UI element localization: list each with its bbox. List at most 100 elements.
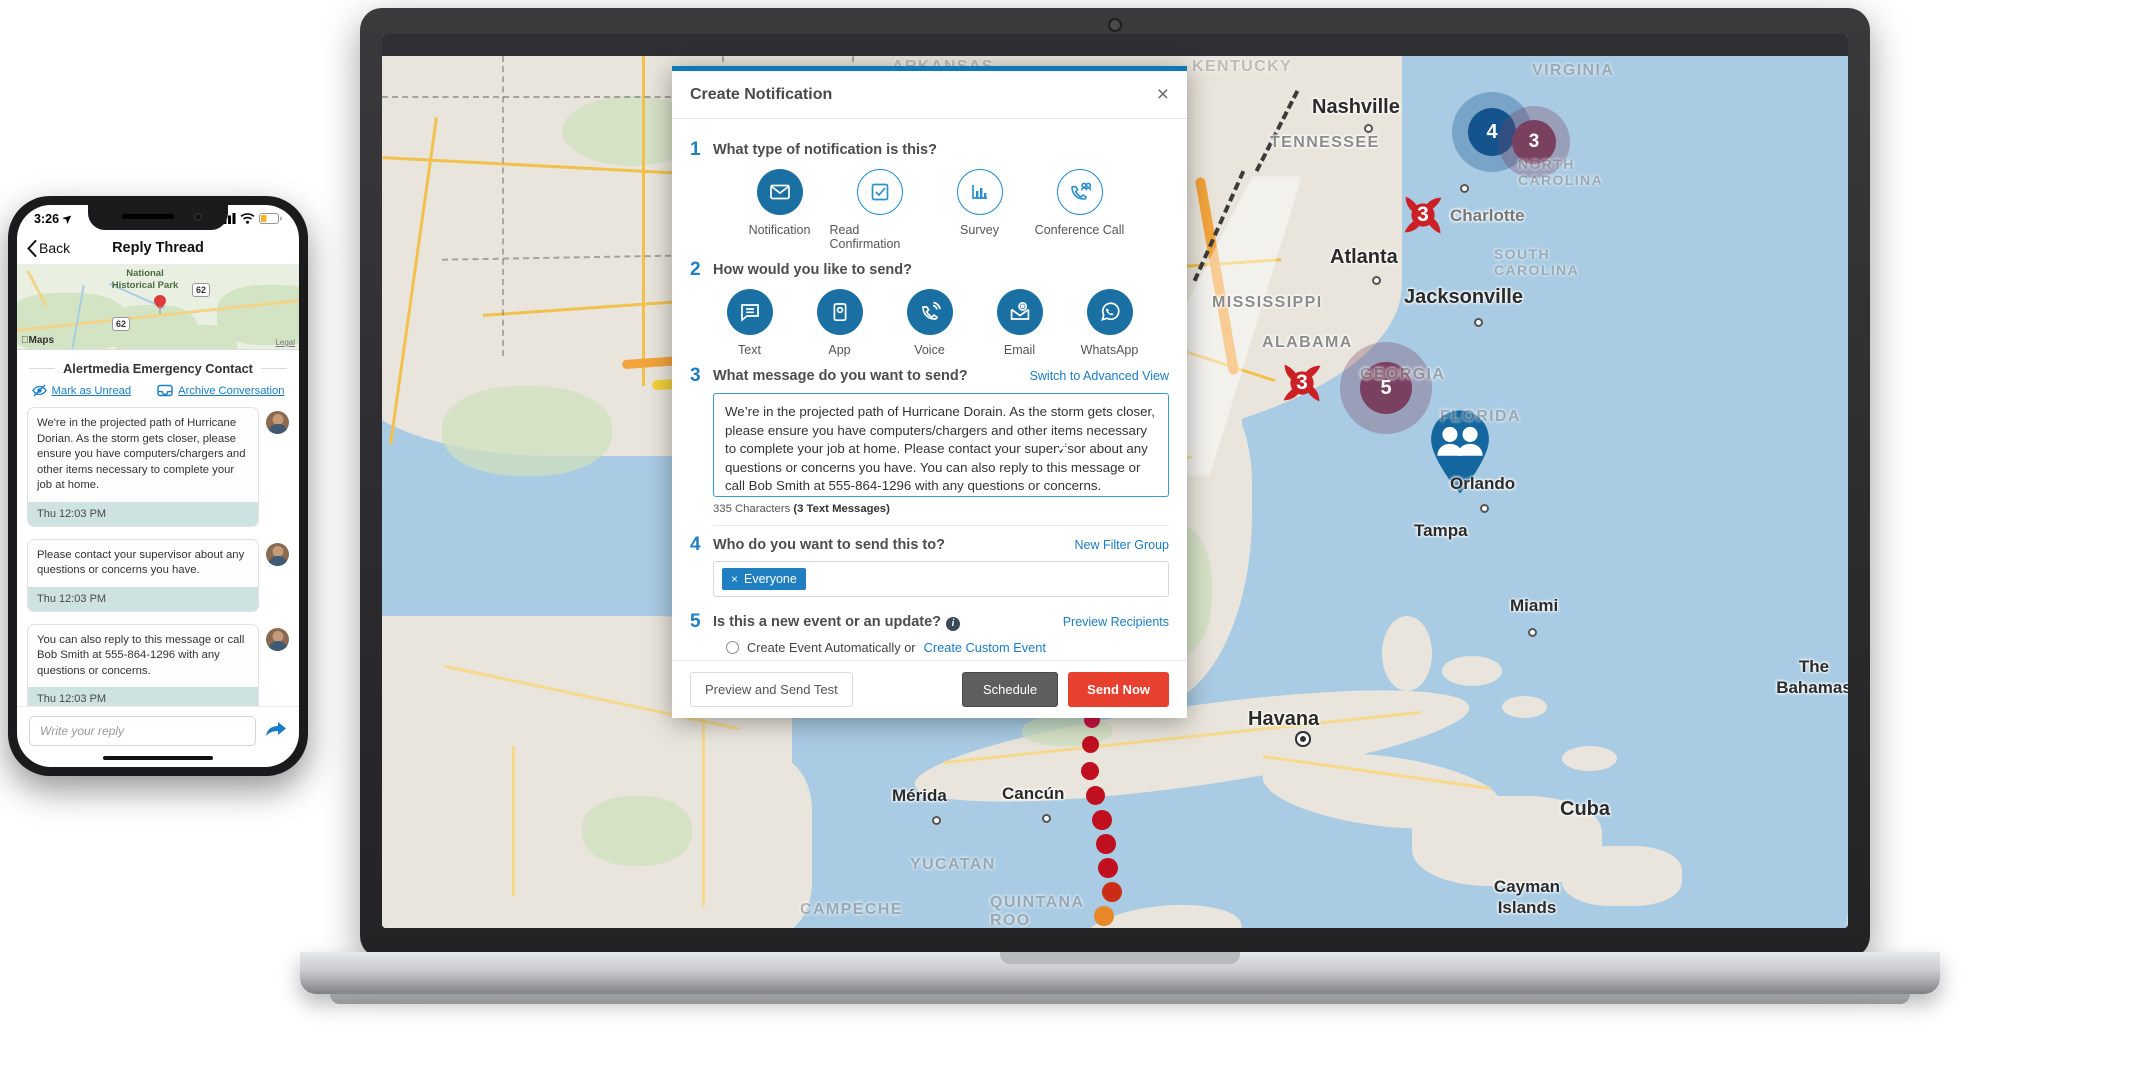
close-icon[interactable]: ×: [1157, 84, 1169, 105]
delivery-method-text[interactable]: Text: [705, 289, 795, 357]
map-location-pin[interactable]: [153, 295, 167, 314]
phone-camera-icon: [194, 213, 202, 221]
legal-link[interactable]: Legal: [275, 338, 295, 347]
reply-input[interactable]: Write your reply: [29, 716, 256, 746]
map-city-label: Nashville: [1312, 96, 1400, 118]
chip-label: Everyone: [744, 572, 797, 586]
message-body: We’re in the projected path of Hurricane…: [725, 404, 1155, 494]
schedule-button[interactable]: Schedule: [961, 672, 1059, 707]
archive-conversation-action[interactable]: Archive Conversation: [157, 384, 284, 397]
map-country-label: The Bahamas: [1776, 657, 1848, 697]
wifi-icon: [240, 213, 255, 224]
option-label: Text: [738, 343, 761, 357]
step-title: Is this a new event or an update? i: [713, 613, 961, 631]
option-label: Notification: [748, 223, 811, 237]
radio-button[interactable]: [726, 641, 739, 654]
notification-type-options: Notification Read Confirmation Survey Co…: [690, 169, 1169, 251]
cluster-count: 3: [1528, 131, 1540, 152]
hurricane-marker[interactable]: 3: [1394, 186, 1452, 244]
conference-call-icon: [1056, 169, 1103, 215]
modal-body: 1 What type of notification is this? Not…: [672, 119, 1187, 660]
battery-low-icon: [259, 213, 282, 224]
send-now-button[interactable]: Send Now: [1068, 672, 1169, 707]
recipient-chip-everyone[interactable]: × Everyone: [722, 568, 806, 590]
phone-speaker-icon: [122, 214, 174, 219]
map-state-label: VIRGINIA: [1532, 62, 1615, 79]
notification-type-read-confirmation[interactable]: Read Confirmation: [830, 169, 930, 251]
delivery-method-email[interactable]: Email: [975, 289, 1065, 357]
message-textarea[interactable]: We’re in the projected path of Hurricane…: [713, 393, 1169, 497]
avatar: [266, 627, 289, 651]
character-count: 335 Characters (3 Text Messages): [713, 503, 1169, 515]
route-shield: 62: [192, 283, 211, 297]
create-notification-modal: Create Notification × 1 What type of not…: [672, 66, 1187, 718]
map-state-label: CAMPECHE: [800, 901, 903, 918]
delivery-method-voice[interactable]: Voice: [885, 289, 975, 357]
step-number: 4: [690, 534, 701, 555]
map-city-label: Jacksonville: [1404, 286, 1523, 308]
map-country-label: Cayman Islands: [1493, 877, 1561, 917]
map-state-label: YUCATAN: [910, 856, 996, 873]
phone-location-map[interactable]: NationalHistorical Park 62 62 Maps Lega…: [17, 265, 299, 350]
apple-maps-attribution: Maps: [21, 335, 54, 346]
step-number: 1: [690, 139, 701, 160]
chat-bubble-icon: [726, 289, 773, 335]
option-label: WhatsApp: [1080, 343, 1139, 357]
map-state-label: FLORIDA: [1440, 408, 1521, 425]
option-label: Voice: [914, 343, 945, 357]
chevron-left-icon: [27, 239, 37, 257]
mark-as-unread-action[interactable]: Mark as Unread: [31, 384, 131, 397]
laptop-screen: 3 3 3 3 3 4 3 5 Nashville TENNESSEE Char…: [382, 34, 1848, 928]
message-timestamp: Thu 12:03 PM: [28, 687, 258, 706]
delivery-method-options: Text App Voice Email WhatsApp: [690, 289, 1169, 357]
notification-type-conference-call[interactable]: Conference Call: [1030, 169, 1130, 251]
preview-and-send-test-button[interactable]: Preview and Send Test: [690, 672, 853, 707]
recipients-field[interactable]: × Everyone: [713, 561, 1169, 597]
map-state-label: QUINTANA ROO: [990, 894, 1084, 928]
notification-type-survey[interactable]: Survey: [930, 169, 1030, 251]
hurricane-marker[interactable]: 3: [1030, 594, 1088, 652]
map-city-label: Mérida: [892, 786, 947, 805]
map-city-label: Miami: [1510, 596, 1559, 615]
map-state-label: ALABAMA: [1262, 334, 1353, 351]
map-city-label: Charlotte: [1450, 206, 1525, 225]
switch-to-advanced-view-link[interactable]: Switch to Advanced View: [1030, 367, 1169, 385]
message-text: Please contact your supervisor about any…: [37, 548, 245, 577]
step-2: 2 How would you like to send?: [690, 259, 1169, 280]
option-label: Conference Call: [1034, 223, 1125, 237]
step-title: What type of notification is this?: [713, 142, 937, 158]
laptop-camera-icon: [1108, 18, 1122, 32]
back-button[interactable]: Back: [27, 239, 70, 257]
step-number: 3: [690, 365, 701, 386]
phone-nav-bar: Back Reply Thread: [17, 232, 299, 265]
hurricane-marker[interactable]: 3: [1034, 426, 1092, 484]
step-title: How would you like to send?: [713, 262, 912, 278]
cluster-count: 4: [1486, 120, 1498, 143]
option-label: Survey: [960, 223, 999, 237]
archive-box-icon: [157, 384, 173, 397]
message-text: You can also reply to this message or ca…: [37, 633, 245, 677]
message-text: We're in the projected path of Hurricane…: [37, 417, 246, 491]
notification-type-notification[interactable]: Notification: [730, 169, 830, 251]
step-number: 2: [690, 259, 701, 280]
laptop-foot: [330, 992, 1910, 1004]
hurricane-marker[interactable]: 3: [1022, 518, 1080, 576]
thread-actions: Mark as Unread Archive Conversation: [17, 376, 299, 407]
location-arrow-icon: ➤: [60, 211, 76, 227]
map-state-label: TENNESSEE: [1270, 134, 1380, 151]
eye-slash-icon: [31, 384, 47, 397]
hurricane-marker[interactable]: 3: [1273, 354, 1331, 412]
delivery-method-app[interactable]: App: [795, 289, 885, 357]
info-icon[interactable]: i: [946, 617, 961, 631]
delivery-method-whatsapp[interactable]: WhatsApp: [1065, 289, 1155, 357]
chip-remove-icon[interactable]: ×: [731, 572, 738, 586]
laptop-device: 3 3 3 3 3 4 3 5 Nashville TENNESSEE Char…: [360, 8, 1870, 958]
step-title-text: Is this a new event or an update?: [713, 614, 942, 630]
new-filter-group-link[interactable]: New Filter Group: [1075, 536, 1169, 554]
map-state-label: MISSISSIPPI: [1212, 294, 1323, 311]
send-arrow-icon[interactable]: [265, 720, 287, 743]
radio-create-event-automatically[interactable]: Create Event Automatically or Create Cus…: [726, 640, 1169, 655]
screenshot-root: 3 3 3 3 3 4 3 5 Nashville TENNESSEE Char…: [0, 0, 2150, 1090]
create-custom-event-link[interactable]: Create Custom Event: [924, 640, 1046, 655]
message-list: We're in the projected path of Hurricane…: [17, 407, 299, 706]
